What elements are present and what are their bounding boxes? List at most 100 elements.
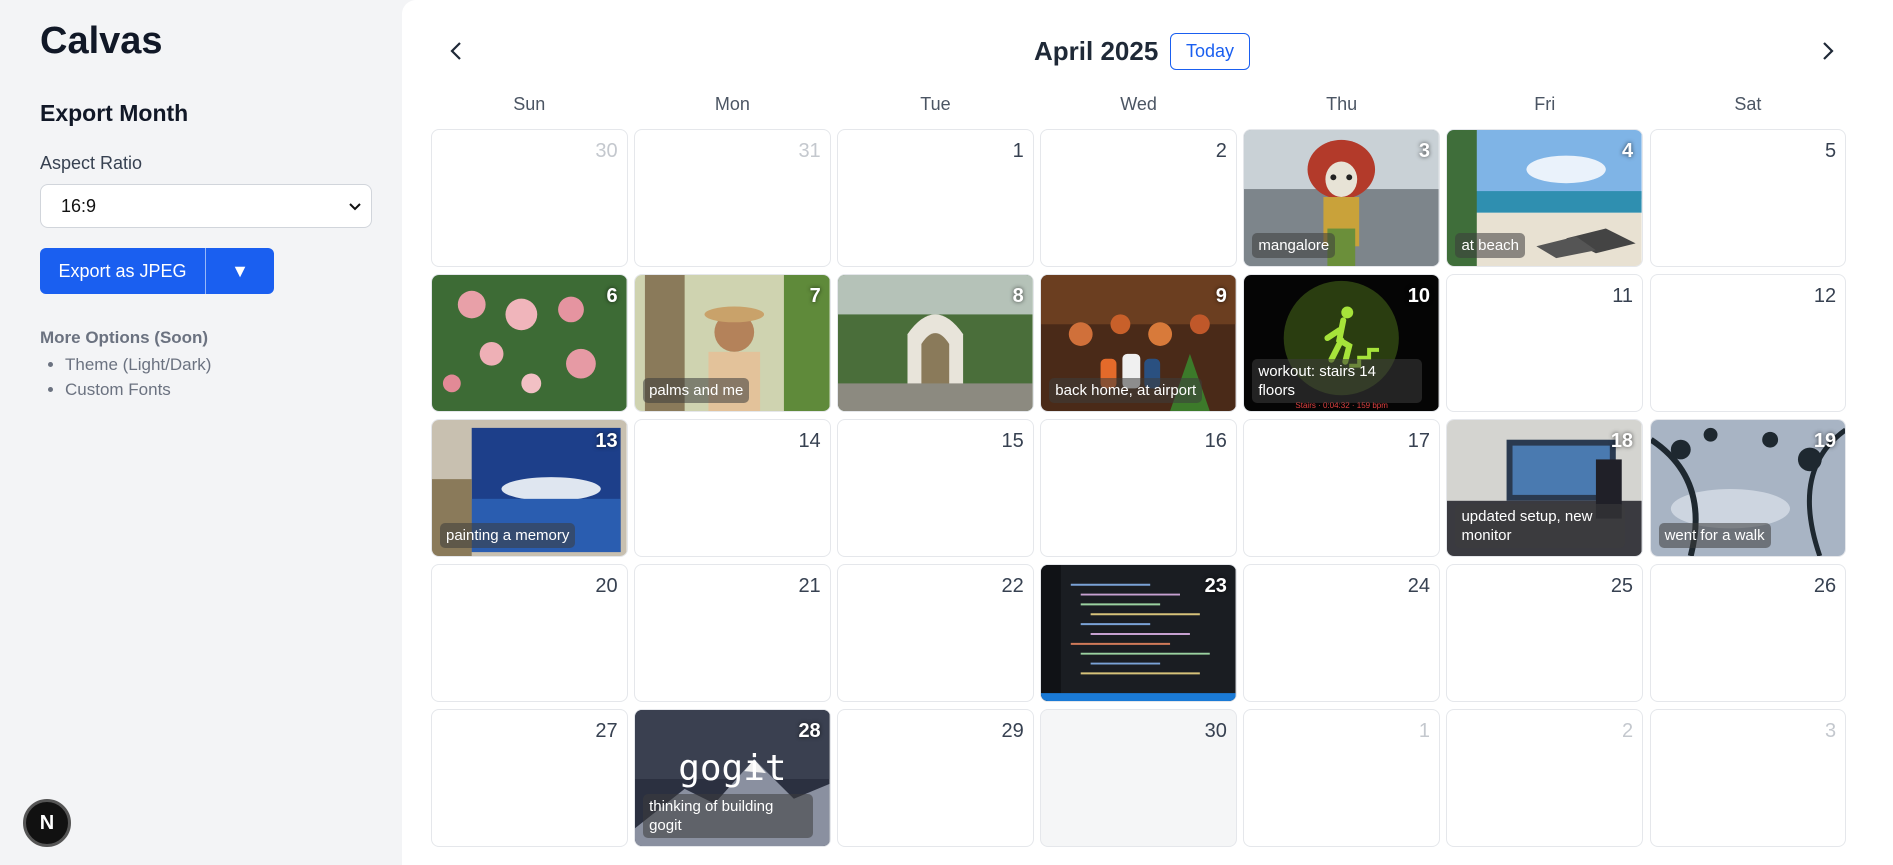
day-cell[interactable]: gogit 28 thinking of building gogit bbox=[634, 709, 831, 847]
today-button[interactable]: Today bbox=[1170, 33, 1250, 70]
day-cell[interactable]: 9 back home, at airport bbox=[1040, 274, 1237, 412]
export-options-dropdown-button[interactable]: ▼ bbox=[206, 248, 274, 294]
day-caption: painting a memory bbox=[440, 523, 576, 548]
day-cell[interactable]: 20 bbox=[431, 564, 628, 702]
day-cell[interactable]: 29 bbox=[837, 709, 1034, 847]
weekday-label: Fri bbox=[1534, 94, 1556, 114]
month-title: April 2025 bbox=[1034, 36, 1159, 66]
day-cell[interactable]: 30 bbox=[431, 129, 628, 267]
day-number: 14 bbox=[798, 430, 821, 452]
day-number: 31 bbox=[798, 140, 821, 162]
weekday-label: Sat bbox=[1734, 94, 1762, 114]
day-photo bbox=[432, 275, 627, 411]
day-number: 21 bbox=[798, 575, 821, 597]
export-button-group: Export as JPEG ▼ bbox=[40, 248, 274, 294]
day-number: 20 bbox=[595, 575, 618, 597]
day-cell[interactable]: 8 bbox=[837, 274, 1034, 412]
app-title: Calvas bbox=[40, 20, 163, 62]
day-number: 25 bbox=[1610, 575, 1634, 597]
day-cell[interactable]: 21 bbox=[634, 564, 831, 702]
day-number: 19 bbox=[1813, 430, 1837, 452]
more-option-item: Theme (Light/Dark) bbox=[65, 352, 362, 377]
day-number: 13 bbox=[595, 430, 618, 452]
chevron-down-icon bbox=[349, 198, 361, 214]
weekday-label: Wed bbox=[1120, 94, 1157, 114]
more-options-title: More Options (Soon) bbox=[40, 328, 209, 347]
export-jpeg-button[interactable]: Export as JPEG bbox=[40, 248, 206, 294]
more-option-item: Custom Fonts bbox=[65, 377, 362, 402]
weekday-label: Thu bbox=[1326, 94, 1358, 114]
day-cell[interactable]: 11 bbox=[1446, 274, 1644, 412]
aspect-ratio-select[interactable]: 16:9 bbox=[40, 184, 372, 228]
chevron-right-icon bbox=[1823, 42, 1834, 60]
day-caption: palms and me bbox=[643, 378, 750, 403]
day-cell[interactable]: 3 bbox=[1649, 709, 1847, 847]
day-number: 22 bbox=[1001, 575, 1024, 597]
day-cell[interactable]: 27 bbox=[431, 709, 628, 847]
day-cell[interactable]: 1 bbox=[1243, 709, 1440, 847]
day-number: 8 bbox=[1012, 285, 1024, 307]
day-cell[interactable]: 6 bbox=[431, 274, 628, 412]
day-cell[interactable]: 22 bbox=[837, 564, 1034, 702]
day-cell[interactable]: 25 bbox=[1446, 564, 1644, 702]
calendar-panel: April 2025 Today Sun Mon Tue Wed Thu Fri… bbox=[402, 0, 1893, 865]
day-cell[interactable]: 30 bbox=[1040, 709, 1237, 847]
day-cell[interactable]: 18 updated setup, new monitor bbox=[1446, 419, 1644, 557]
day-cell[interactable]: 26 bbox=[1649, 564, 1847, 702]
day-cell[interactable]: 3 mangalore bbox=[1243, 129, 1440, 267]
day-number: 11 bbox=[1612, 285, 1634, 307]
nextjs-dev-badge[interactable]: N bbox=[23, 799, 71, 847]
day-number: 18 bbox=[1610, 430, 1634, 452]
day-number: 12 bbox=[1813, 285, 1837, 307]
day-cell[interactable]: 5 bbox=[1649, 129, 1847, 267]
day-number: 2 bbox=[1215, 140, 1227, 162]
day-cell[interactable]: 14 bbox=[634, 419, 831, 557]
day-caption: workout: stairs 14 floors bbox=[1252, 359, 1423, 403]
day-cell[interactable]: 7 palms and me bbox=[634, 274, 831, 412]
day-number: 16 bbox=[1204, 430, 1227, 452]
day-number: 10 bbox=[1407, 285, 1430, 307]
day-cell[interactable]: 16 bbox=[1040, 419, 1237, 557]
day-cell[interactable]: 1 bbox=[837, 129, 1034, 267]
weekday-header: Sun Mon Tue Wed Thu Fri Sat bbox=[431, 94, 1875, 115]
day-cell[interactable]: 17 bbox=[1243, 419, 1440, 557]
day-cell[interactable]: 23 bbox=[1040, 564, 1237, 702]
day-number: 28 bbox=[798, 720, 821, 742]
aspect-ratio-value: 16:9 bbox=[61, 195, 97, 216]
day-cell[interactable]: 15 bbox=[837, 419, 1034, 557]
weekday-label: Mon bbox=[714, 94, 750, 114]
day-caption: at beach bbox=[1455, 233, 1526, 258]
day-cell[interactable]: 31 bbox=[634, 129, 831, 267]
day-number: 1 bbox=[1418, 720, 1430, 742]
sidebar: Calvas Export Month Aspect Ratio 16:9 Ex… bbox=[0, 0, 402, 865]
day-number: 26 bbox=[1813, 575, 1837, 597]
next-month-button[interactable] bbox=[1813, 36, 1843, 66]
day-number: 3 bbox=[1825, 720, 1837, 742]
day-number: 23 bbox=[1204, 575, 1227, 597]
day-cell[interactable]: 2 bbox=[1446, 709, 1644, 847]
day-number: 1 bbox=[1012, 140, 1024, 162]
day-caption: went for a walk bbox=[1658, 523, 1771, 548]
day-caption: mangalore bbox=[1252, 233, 1336, 258]
day-cell[interactable]: Stairs · 0:04:32 · 159 bpm 10 workout: sta… bbox=[1243, 274, 1440, 412]
day-number: 29 bbox=[1001, 720, 1024, 742]
day-cell[interactable]: 24 bbox=[1243, 564, 1440, 702]
more-options-list: Theme (Light/Dark) Custom Fonts bbox=[40, 352, 362, 402]
prev-month-button[interactable] bbox=[441, 36, 471, 66]
weekday-label: Sun bbox=[513, 94, 546, 114]
day-number: 24 bbox=[1407, 575, 1430, 597]
day-number: 2 bbox=[1621, 720, 1634, 742]
day-cell[interactable]: 2 bbox=[1040, 129, 1237, 267]
day-cell[interactable]: 13 painting a memory bbox=[431, 419, 628, 557]
day-caption: updated setup, new monitor bbox=[1455, 504, 1626, 548]
day-cell[interactable]: 12 bbox=[1649, 274, 1847, 412]
day-cell[interactable]: 19 went for a walk bbox=[1649, 419, 1847, 557]
day-number: 30 bbox=[1204, 720, 1227, 742]
day-number: 17 bbox=[1407, 430, 1430, 452]
day-number: 3 bbox=[1418, 140, 1430, 162]
gogit-logo-text: gogit bbox=[678, 748, 787, 789]
day-number: 30 bbox=[595, 140, 618, 162]
weekday-label: Tue bbox=[920, 94, 951, 114]
day-cell[interactable]: 4 at beach bbox=[1446, 129, 1644, 267]
day-number: 6 bbox=[606, 285, 618, 307]
